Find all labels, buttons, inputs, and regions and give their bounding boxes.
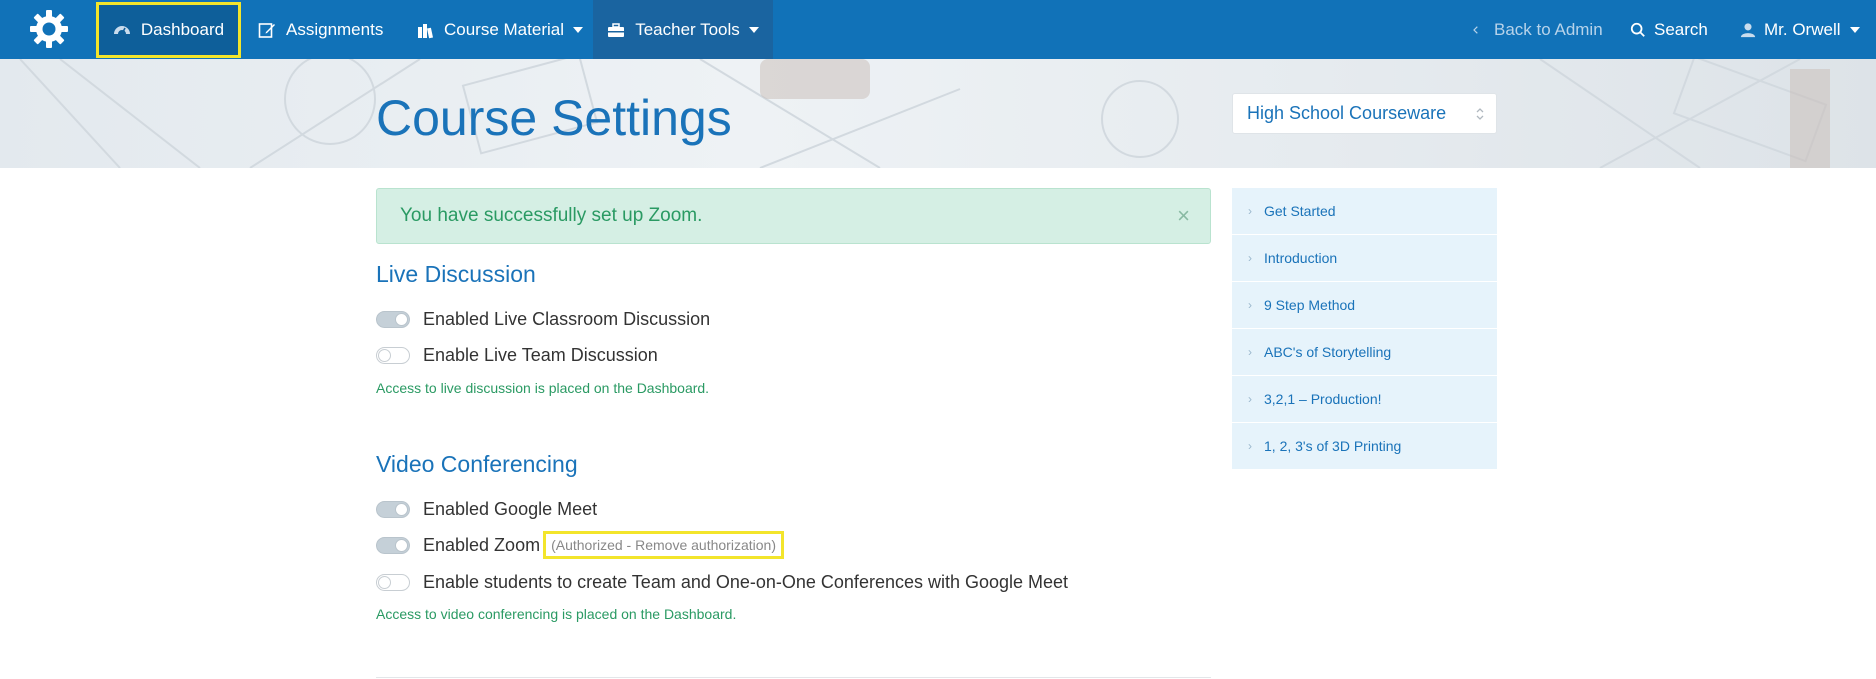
sidebar-item-get-started[interactable]: › Get Started bbox=[1232, 188, 1497, 235]
google-meet-toggle[interactable] bbox=[376, 500, 410, 518]
divider bbox=[376, 677, 1211, 678]
sidebar-item-label: ABC's of Storytelling bbox=[1264, 344, 1392, 360]
nav-course-material-label: Course Material bbox=[444, 19, 564, 39]
search-icon bbox=[1630, 22, 1645, 37]
remove-authorization-link[interactable]: Remove authorization bbox=[635, 537, 771, 553]
top-nav-bar: Dashboard Assignments Course Material Te… bbox=[0, 0, 1876, 59]
chevron-down-icon bbox=[748, 26, 759, 33]
sidebar-item-3d-printing[interactable]: › 1, 2, 3's of 3D Printing bbox=[1232, 423, 1497, 470]
nav-teacher-tools-label: Teacher Tools bbox=[635, 19, 740, 39]
nav-back-to-admin[interactable]: Back to Admin bbox=[1472, 0, 1603, 59]
sidebar-item-introduction[interactable]: › Introduction bbox=[1232, 235, 1497, 282]
books-icon bbox=[418, 23, 433, 38]
zoom-status-text: (Authorized - bbox=[551, 537, 636, 553]
page-header-banner: Course Settings High School Courseware bbox=[0, 59, 1876, 168]
sidebar-item-abcs-of-storytelling[interactable]: › ABC's of Storytelling bbox=[1232, 329, 1497, 376]
live-discussion-note: Access to live discussion is placed on t… bbox=[376, 380, 710, 396]
chevron-right-icon: › bbox=[1248, 204, 1252, 218]
chevron-right-icon: › bbox=[1248, 298, 1252, 312]
chevron-right-icon: › bbox=[1248, 251, 1252, 265]
student-conferences-toggle[interactable] bbox=[376, 573, 410, 591]
chevron-left-icon bbox=[1473, 25, 1478, 34]
edit-icon bbox=[258, 22, 275, 38]
video-conferencing-note: Access to video conferencing is placed o… bbox=[376, 606, 737, 622]
toggle-knob bbox=[395, 538, 408, 552]
student-conferences-toggle-row: Enable students to create Team and One-o… bbox=[376, 569, 1068, 595]
live-discussion-title: Live Discussion bbox=[376, 261, 536, 287]
student-conferences-label: Enable students to create Team and One-o… bbox=[423, 571, 1069, 592]
sidebar-item-9-step-method[interactable]: › 9 Step Method bbox=[1232, 282, 1497, 329]
zoom-authorization-status: (Authorized - Remove authorization) bbox=[543, 531, 784, 559]
nav-dashboard-label: Dashboard bbox=[140, 20, 225, 39]
nav-search[interactable]: Search bbox=[1630, 0, 1708, 59]
nav-assignments-label: Assignments bbox=[286, 19, 384, 39]
chevron-down-icon bbox=[573, 26, 583, 33]
nav-user-menu[interactable]: Mr. Orwell bbox=[1740, 0, 1860, 59]
course-select[interactable]: High School Courseware bbox=[1232, 93, 1497, 134]
zoom-status-end: ) bbox=[771, 537, 776, 553]
nav-teacher-tools[interactable]: Teacher Tools bbox=[593, 0, 773, 59]
live-classroom-label: Enabled Live Classroom Discussion bbox=[423, 308, 711, 329]
sidebar-item-label: 3,2,1 – Production! bbox=[1264, 391, 1382, 407]
chevron-right-icon: › bbox=[1248, 439, 1252, 453]
sidebar-item-label: 9 Step Method bbox=[1264, 297, 1356, 313]
live-classroom-toggle-row: Enabled Live Classroom Discussion bbox=[376, 306, 710, 332]
sidebar-item-production[interactable]: › 3,2,1 – Production! bbox=[1232, 376, 1497, 423]
nav-back-to-admin-label: Back to Admin bbox=[1494, 19, 1603, 39]
nav-dashboard[interactable]: Dashboard bbox=[96, 2, 241, 58]
dashboard-icon bbox=[113, 26, 130, 35]
course-select-value: High School Courseware bbox=[1247, 103, 1447, 123]
user-icon bbox=[1740, 22, 1756, 37]
chevron-down-icon bbox=[1849, 26, 1860, 33]
course-sidebar: › Get Started › Introduction › 9 Step Metho… bbox=[1232, 188, 1497, 470]
zoom-toggle[interactable] bbox=[376, 536, 410, 554]
toggle-knob bbox=[378, 575, 391, 589]
sidebar-item-label: 1, 2, 3's of 3D Printing bbox=[1264, 438, 1402, 454]
nav-assignments[interactable]: Assignments bbox=[258, 0, 383, 59]
video-conferencing-title: Video Conferencing bbox=[376, 451, 578, 477]
google-meet-label: Enabled Google Meet bbox=[423, 498, 598, 519]
gear-logo-icon[interactable] bbox=[28, 8, 70, 50]
sidebar-item-label: Get Started bbox=[1264, 203, 1336, 219]
alert-message: You have successfully set up Zoom. bbox=[400, 205, 703, 226]
chevron-right-icon: › bbox=[1248, 345, 1252, 359]
zoom-toggle-row: Enabled Zoom (Authorized - Remove author… bbox=[376, 531, 784, 559]
toggle-knob bbox=[378, 348, 391, 362]
live-team-toggle[interactable] bbox=[376, 346, 410, 364]
zoom-label: Enabled Zoom bbox=[423, 534, 541, 555]
live-classroom-toggle[interactable] bbox=[376, 310, 410, 328]
toolbox-icon bbox=[608, 22, 625, 37]
close-icon[interactable]: × bbox=[1177, 205, 1190, 227]
select-arrows-icon bbox=[1476, 108, 1484, 120]
page-title: Course Settings bbox=[376, 90, 732, 146]
live-team-label: Enable Live Team Discussion bbox=[423, 344, 658, 365]
nav-user-label: Mr. Orwell bbox=[1764, 19, 1841, 39]
toggle-knob bbox=[395, 312, 408, 326]
chevron-right-icon: › bbox=[1248, 392, 1252, 406]
sidebar-item-label: Introduction bbox=[1264, 250, 1338, 266]
google-meet-toggle-row: Enabled Google Meet bbox=[376, 496, 597, 522]
tools-background-image bbox=[19, 59, 1830, 168]
success-alert: You have successfully set up Zoom. × bbox=[376, 188, 1211, 244]
live-team-toggle-row: Enable Live Team Discussion bbox=[376, 342, 658, 368]
nav-search-label: Search bbox=[1654, 19, 1708, 39]
nav-course-material[interactable]: Course Material bbox=[416, 0, 583, 59]
toggle-knob bbox=[395, 502, 408, 516]
